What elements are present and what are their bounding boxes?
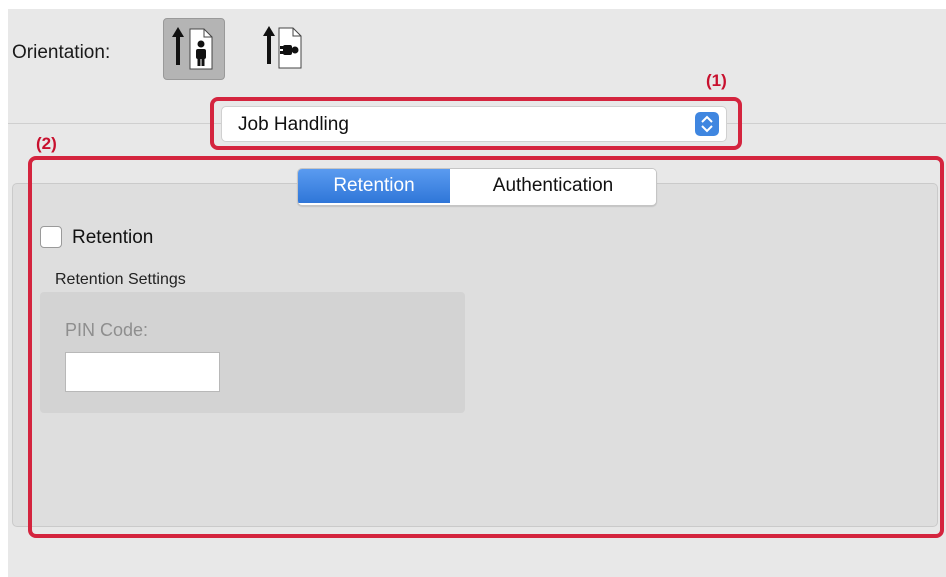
landscape-orientation-button[interactable] xyxy=(253,18,311,78)
portrait-orientation-button[interactable] xyxy=(163,18,225,80)
callout-number-2: (2) xyxy=(36,134,57,153)
print-dialog: Orientation: (1) (2) Job Handling Retent… xyxy=(0,0,946,577)
landscape-orientation-icon xyxy=(263,26,302,69)
portrait-orientation-icon xyxy=(172,27,213,70)
callout-highlight-2 xyxy=(28,156,944,538)
callout-highlight-1 xyxy=(210,97,742,150)
callout-number-1: (1) xyxy=(706,71,727,90)
orientation-label: Orientation: xyxy=(12,42,111,63)
